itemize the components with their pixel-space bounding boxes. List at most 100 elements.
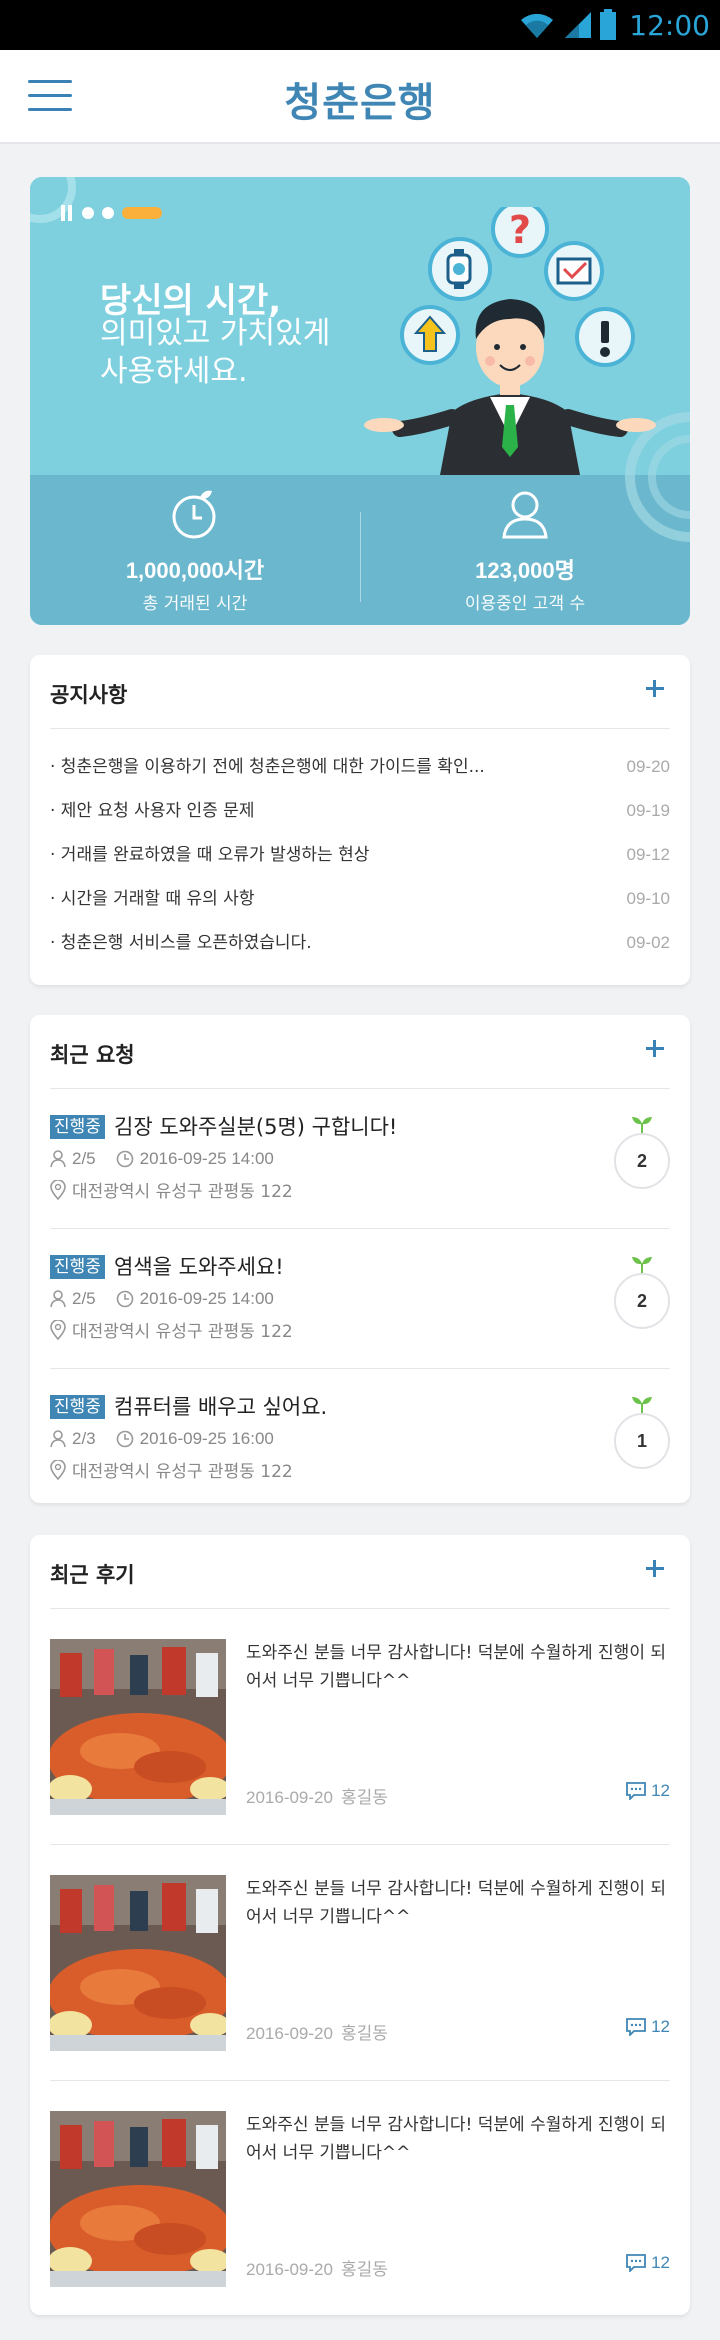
hero-subtitle: 의미있고 가치있게 사용하세요. bbox=[100, 315, 330, 391]
clock-icon bbox=[116, 1290, 133, 1308]
review-comment-count: 12 bbox=[651, 1781, 670, 1800]
notice-date: 09-12 bbox=[626, 845, 670, 864]
location-pin-icon bbox=[50, 1319, 66, 1340]
request-people: 2/3 bbox=[72, 1429, 96, 1448]
user-icon bbox=[502, 491, 548, 539]
review-text: 도와주신 분들 너무 감사합니다! 덕분에 수월하게 진행이 되어서 너무 기쁩… bbox=[246, 1879, 667, 1927]
review-comments[interactable]: 12 bbox=[626, 1781, 670, 1801]
notice-date: 09-10 bbox=[626, 889, 670, 908]
request-count-badge: 2 bbox=[614, 1273, 670, 1329]
app-title: 청춘은행 bbox=[284, 80, 436, 126]
wifi-icon bbox=[521, 13, 554, 38]
notice-text: · 제안 요청 사용자 인증 문제 bbox=[50, 801, 255, 821]
request-item[interactable]: 진행중 염색을 도와주세요! 2/5 2016-09-25 14:00 대전광역… bbox=[50, 1229, 670, 1369]
notice-item[interactable]: · 시간을 거래할 때 유의 사항 09-10 bbox=[50, 877, 670, 921]
reviews-title: 최근 후기 bbox=[50, 1563, 135, 1587]
request-item[interactable]: 진행중 김장 도와주실분(5명) 구합니다! 2/5 2016-09-25 14… bbox=[50, 1089, 670, 1229]
stat-customers-value: 123,000명 bbox=[475, 558, 575, 583]
clock-icon bbox=[116, 1430, 133, 1448]
stat-total-time-label: 총 거래된 시간 bbox=[142, 594, 248, 614]
checklist-bubble-icon bbox=[544, 241, 604, 301]
request-count-badge: 2 bbox=[614, 1133, 670, 1189]
arrow-up-bubble-icon bbox=[400, 305, 460, 365]
request-meta: 2/3 2016-09-25 16:00 bbox=[50, 1429, 274, 1449]
request-people: 2/5 bbox=[72, 1149, 96, 1168]
kimchi-photo-image bbox=[50, 1639, 226, 1815]
pager-dot-2[interactable] bbox=[102, 207, 114, 219]
review-date: 2016-09-20 bbox=[246, 2024, 333, 2043]
location-pin-icon bbox=[50, 1459, 66, 1480]
kimchi-photo-image bbox=[50, 1875, 226, 2051]
notices-card: 공지사항 · 청춘은행을 이용하기 전에 청춘은행에 대한 가이드를 확인...… bbox=[30, 655, 690, 985]
timer-icon bbox=[172, 490, 216, 539]
notice-date: 09-02 bbox=[626, 933, 670, 952]
review-photo[interactable] bbox=[50, 1639, 226, 1815]
hero-banner[interactable]: 당신의 시간, 의미있고 가치있게 사용하세요. ? 1,000,000시간 총… bbox=[30, 177, 690, 625]
requests-title: 최근 요청 bbox=[50, 1043, 135, 1067]
pager-dot-1[interactable] bbox=[82, 207, 94, 219]
comment-icon bbox=[626, 1782, 646, 1800]
comment-icon bbox=[626, 2254, 646, 2272]
request-location: 대전광역시 유성구 관평동 122 bbox=[50, 1177, 293, 1202]
review-comments[interactable]: 12 bbox=[626, 2017, 670, 2037]
review-author: 홍길동 bbox=[340, 2260, 388, 2279]
banker-illustration: ? bbox=[364, 207, 656, 475]
request-datetime: 2016-09-25 14:00 bbox=[139, 1149, 274, 1168]
hero-pager bbox=[60, 205, 162, 221]
person-icon bbox=[50, 1430, 66, 1448]
notice-item[interactable]: · 청춘은행을 이용하기 전에 청춘은행에 대한 가이드를 확인... 09-2… bbox=[50, 745, 670, 789]
request-meta: 2/5 2016-09-25 14:00 bbox=[50, 1289, 274, 1309]
review-item[interactable]: 도와주신 분들 너무 감사합니다! 덕분에 수월하게 진행이 되어서 너무 기쁩… bbox=[50, 2081, 670, 2317]
review-photo[interactable] bbox=[50, 1875, 226, 2051]
notice-item[interactable]: · 거래를 완료하였을 때 오류가 발생하는 현상 09-12 bbox=[50, 833, 670, 877]
sprout-icon bbox=[632, 1117, 652, 1133]
stat-customers: 123,000명 이용중인 고객 수 bbox=[375, 487, 675, 614]
review-meta: 2016-09-20 홍길동 bbox=[246, 1783, 388, 1808]
hero-subtitle-line1: 의미있고 가치있게 bbox=[100, 316, 331, 351]
person-icon bbox=[50, 1290, 66, 1308]
stat-total-time-value: 1,000,000시간 bbox=[125, 558, 265, 583]
review-author: 홍길동 bbox=[340, 1788, 388, 1807]
review-text: 도와주신 분들 너무 감사합니다! 덕분에 수월하게 진행이 되어서 너무 기쁩… bbox=[246, 2115, 667, 2163]
stat-customers-label: 이용중인 고객 수 bbox=[464, 594, 586, 614]
review-item[interactable]: 도와주신 분들 너무 감사합니다! 덕분에 수월하게 진행이 되어서 너무 기쁩… bbox=[50, 1845, 670, 2081]
requests-card: 최근 요청 진행중 김장 도와주실분(5명) 구합니다! 2/5 2016-09… bbox=[30, 1015, 690, 1503]
notice-item[interactable]: · 청춘은행 서비스를 오픈하였습니다. 09-02 bbox=[50, 921, 670, 965]
review-date: 2016-09-20 bbox=[246, 1788, 333, 1807]
watch-bubble-icon bbox=[428, 237, 492, 301]
stat-divider bbox=[360, 512, 361, 602]
request-location: 대전광역시 유성구 관평동 122 bbox=[50, 1457, 293, 1482]
status-badge: 진행중 bbox=[50, 1395, 105, 1419]
review-comments[interactable]: 12 bbox=[626, 2253, 670, 2273]
notice-text: · 거래를 완료하였을 때 오류가 발생하는 현상 bbox=[50, 845, 370, 865]
review-text: 도와주신 분들 너무 감사합니다! 덕분에 수월하게 진행이 되어서 너무 기쁩… bbox=[246, 1643, 667, 1691]
request-datetime: 2016-09-25 16:00 bbox=[139, 1429, 274, 1448]
sprout-icon bbox=[632, 1257, 652, 1273]
sprout-icon bbox=[632, 1397, 652, 1413]
request-location: 대전광역시 유성구 관평동 122 bbox=[50, 1317, 293, 1342]
request-item[interactable]: 진행중 컴퓨터를 배우고 싶어요. 2/3 2016-09-25 16:00 대… bbox=[50, 1369, 670, 1509]
reviews-card: 최근 후기 도와주신 분들 너무 감사합니다! 덕분에 수월하게 진행이 되어서… bbox=[30, 1535, 690, 2315]
notice-text: · 시간을 거래할 때 유의 사항 bbox=[50, 889, 255, 909]
status-bar: 12:00 bbox=[0, 0, 720, 50]
notices-more-button[interactable] bbox=[640, 673, 670, 703]
pager-dot-active[interactable] bbox=[122, 207, 162, 219]
request-title: 염색을 도와주세요! bbox=[114, 1255, 284, 1279]
location-pin-icon bbox=[50, 1179, 66, 1200]
status-icons: 12:00 bbox=[517, 8, 710, 42]
requests-more-button[interactable] bbox=[640, 1033, 670, 1063]
pause-icon[interactable] bbox=[60, 205, 74, 221]
notice-item[interactable]: · 제안 요청 사용자 인증 문제 09-19 bbox=[50, 789, 670, 833]
notice-text: · 청춘은행 서비스를 오픈하였습니다. bbox=[50, 933, 312, 953]
review-comment-count: 12 bbox=[651, 2017, 670, 2036]
review-author: 홍길동 bbox=[340, 2024, 388, 2043]
notice-list: · 청춘은행을 이용하기 전에 청춘은행에 대한 가이드를 확인... 09-2… bbox=[30, 729, 690, 965]
review-date: 2016-09-20 bbox=[246, 2260, 333, 2279]
request-count-badge: 1 bbox=[614, 1413, 670, 1469]
person-icon bbox=[50, 1150, 66, 1168]
reviews-more-button[interactable] bbox=[640, 1553, 670, 1583]
review-photo[interactable] bbox=[50, 2111, 226, 2287]
request-location-text: 대전광역시 유성구 관평동 122 bbox=[72, 1462, 293, 1482]
notice-text: · 청춘은행을 이용하기 전에 청춘은행에 대한 가이드를 확인... bbox=[50, 757, 485, 777]
review-item[interactable]: 도와주신 분들 너무 감사합니다! 덕분에 수월하게 진행이 되어서 너무 기쁩… bbox=[50, 1609, 670, 1845]
